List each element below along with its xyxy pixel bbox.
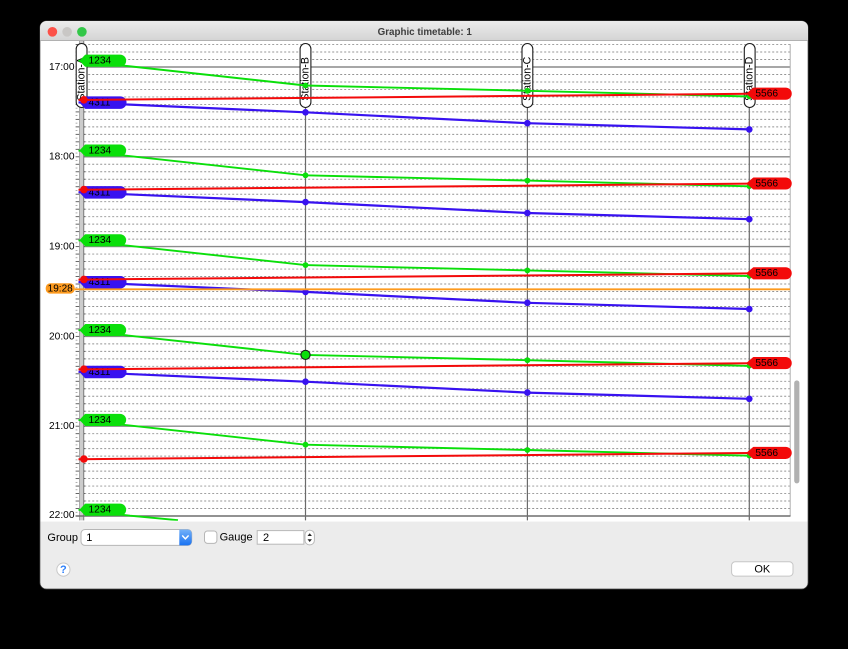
svg-text:1234: 1234 [89,325,112,336]
svg-text:5566: 5566 [755,268,778,279]
svg-text:5566: 5566 [755,358,778,369]
svg-text:5566: 5566 [755,178,778,189]
svg-text:1234: 1234 [89,505,112,516]
svg-text:?: ? [60,564,67,576]
svg-text:1234: 1234 [89,56,112,67]
svg-text:1234: 1234 [89,235,112,246]
svg-text:Gauge: Gauge [220,532,253,544]
svg-text:19:00: 19:00 [49,242,75,253]
svg-text:1234: 1234 [89,415,112,426]
svg-text:1234: 1234 [89,145,112,156]
svg-text:21:00: 21:00 [49,421,75,432]
svg-text:Station-C: Station-C [521,56,533,101]
svg-text:1: 1 [86,532,92,544]
svg-text:OK: OK [754,563,771,575]
svg-text:22:00: 22:00 [49,510,75,521]
svg-text:17:00: 17:00 [49,62,75,73]
svg-text:Group: Group [47,532,78,544]
svg-text:19:28: 19:28 [48,283,73,294]
svg-text:2: 2 [263,532,269,544]
svg-text:Station-B: Station-B [300,57,312,101]
svg-text:20:00: 20:00 [49,331,75,342]
svg-text:5566: 5566 [755,448,778,459]
svg-text:5566: 5566 [755,89,778,100]
svg-text:Graphic timetable: 1: Graphic timetable: 1 [378,27,473,38]
svg-text:18:00: 18:00 [49,152,75,163]
